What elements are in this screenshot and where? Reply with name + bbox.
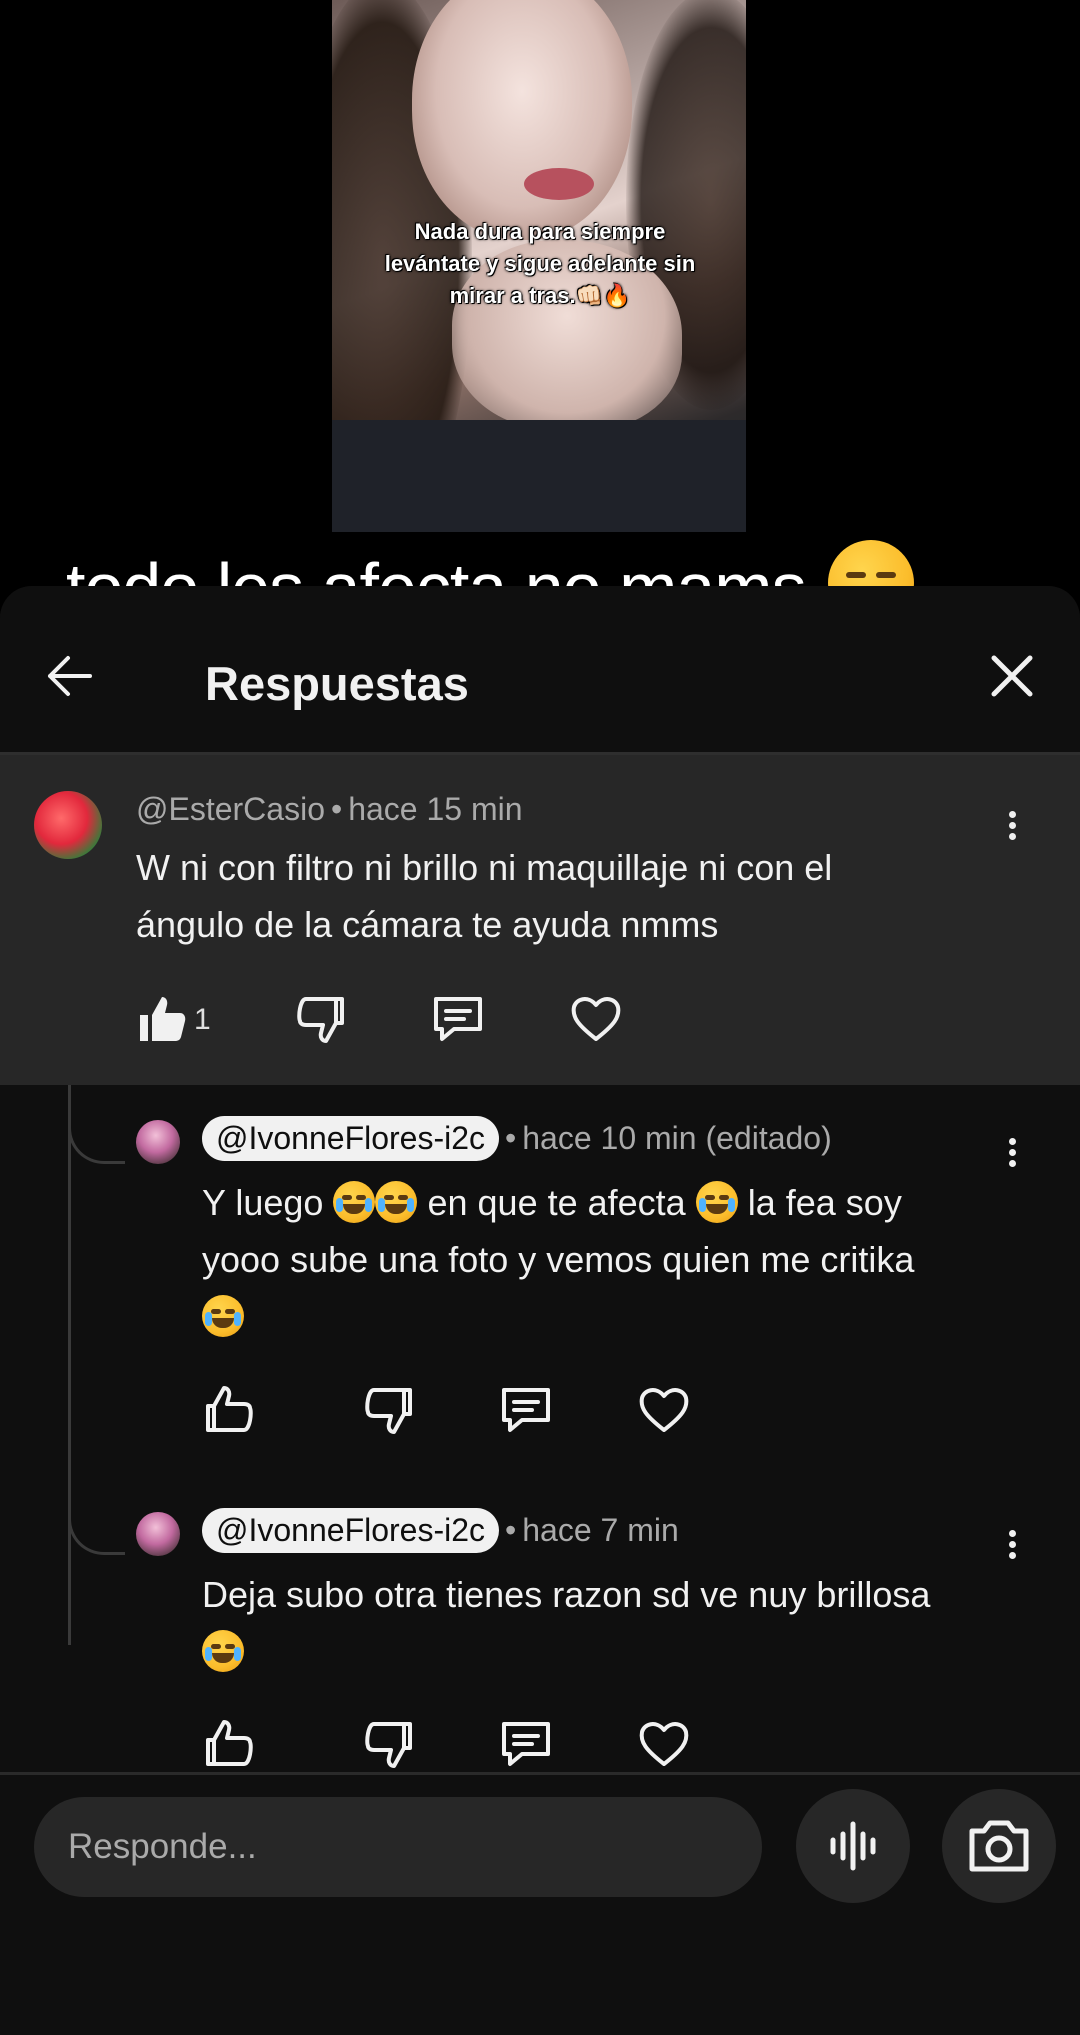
- sheet-header: Respuestas: [0, 586, 1080, 752]
- tears-of-joy-emoji-icon: [333, 1181, 376, 1223]
- comment-text: Y luego en que te afecta la fea soy yooo…: [202, 1174, 1022, 1345]
- parent-comment: @EsterCasio • hace 15 min W ni con filtro …: [0, 755, 1080, 1085]
- tears-of-joy-emoji-icon: [375, 1181, 418, 1223]
- video-lips-shape: [524, 168, 594, 200]
- like-count: 1: [194, 1003, 211, 1036]
- avatar[interactable]: [34, 791, 102, 859]
- arrow-left-icon[interactable]: [40, 646, 100, 706]
- tears-of-joy-emoji-icon: [695, 1181, 738, 1223]
- author-chip[interactable]: @IvonneFlores-i2c: [202, 1508, 500, 1553]
- thread-connector: [68, 1476, 125, 1555]
- reply-input[interactable]: Responde...: [34, 1797, 762, 1897]
- heart-icon[interactable]: [568, 991, 624, 1047]
- reply-icon[interactable]: [498, 1716, 554, 1772]
- more-options-icon[interactable]: [1002, 1526, 1022, 1566]
- comment-text: Deja subo otra tienes razon sd ve nuy br…: [202, 1566, 1022, 1680]
- video-caption: Nada dura para siempre levántate y sigue…: [384, 219, 696, 308]
- heart-icon[interactable]: [636, 1382, 692, 1438]
- thumbs-up-filled-icon[interactable]: [134, 991, 190, 1047]
- thumbs-down-icon[interactable]: [292, 991, 348, 1047]
- voice-icon: [830, 1821, 876, 1871]
- video-shirt-shape: [332, 420, 746, 532]
- camera-icon: [969, 1820, 1029, 1872]
- reply-composer: Responde...: [0, 1772, 1080, 2035]
- reply-icon[interactable]: [498, 1382, 554, 1438]
- close-icon[interactable]: [982, 646, 1042, 706]
- comment-time: hace 15 min: [348, 791, 523, 827]
- tears-of-joy-emoji-icon: [202, 1295, 244, 1337]
- thread-line: [68, 1085, 71, 1645]
- thumbs-down-icon[interactable]: [360, 1716, 416, 1772]
- heart-icon[interactable]: [636, 1716, 692, 1772]
- avatar[interactable]: [136, 1512, 180, 1556]
- avatar[interactable]: [136, 1120, 180, 1164]
- reply-input-placeholder: Responde...: [68, 1827, 257, 1866]
- thumbs-up-icon[interactable]: [202, 1716, 258, 1772]
- reply-icon[interactable]: [430, 991, 486, 1047]
- video-face-shape: [412, 0, 632, 240]
- more-options-icon[interactable]: [1002, 1134, 1022, 1174]
- camera-button[interactable]: [942, 1789, 1056, 1903]
- comment-actions: [202, 1382, 722, 1442]
- sheet-title: Respuestas: [205, 657, 469, 710]
- comment-meta: @IvonneFlores-i2c • hace 7 min: [202, 1508, 679, 1553]
- thumbs-down-icon[interactable]: [360, 1382, 416, 1438]
- video-preview[interactable]: Nada dura para siempre levántate y sigue…: [332, 0, 746, 532]
- comment-text: W ni con filtro ni brillo ni maquillaje …: [136, 847, 833, 945]
- thumbs-up-icon[interactable]: [202, 1382, 258, 1438]
- comment-time: hace 7 min: [522, 1512, 679, 1548]
- comment-author[interactable]: @EsterCasio: [136, 791, 325, 827]
- comment-time: hace 10 min (editado): [522, 1120, 832, 1156]
- comment-meta: @EsterCasio • hace 15 min: [136, 791, 523, 827]
- tears-of-joy-emoji-icon: [202, 1630, 244, 1672]
- comment-meta: @IvonneFlores-i2c • hace 10 min (editado): [202, 1116, 832, 1161]
- author-chip[interactable]: @IvonneFlores-i2c: [202, 1116, 500, 1161]
- voice-button[interactable]: [796, 1789, 910, 1903]
- thread-connector: [68, 1085, 125, 1164]
- comment-actions: [202, 1716, 722, 1776]
- comment-actions: 1: [134, 991, 654, 1051]
- replies-sheet: Respuestas @EsterCasio • hace 15 min W ni …: [0, 586, 1080, 2035]
